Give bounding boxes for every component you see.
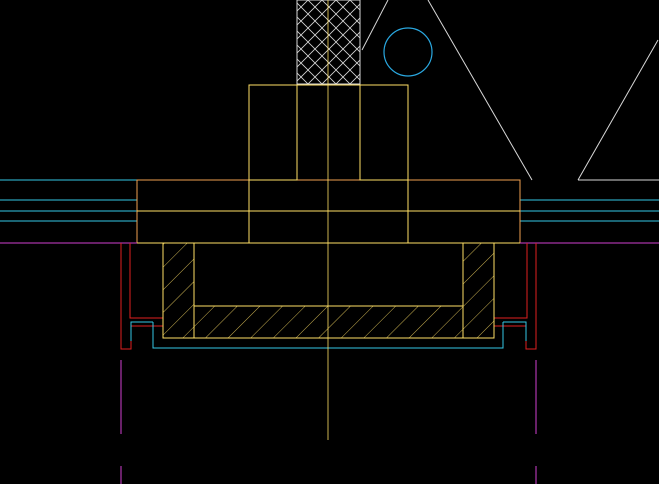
blue-circle-marker [383, 27, 433, 77]
cad-drawing [0, 0, 659, 484]
cad-drawing-viewport[interactable] [0, 0, 659, 484]
yellow-t-profile [137, 84, 520, 244]
white-diagonal-lines [361, 0, 659, 181]
crosshatch-column [296, 0, 361, 85]
magenta-lines [0, 242, 659, 484]
yellow-hatched-insert [162, 242, 495, 339]
cyan-horizontal-lines [0, 179, 659, 222]
